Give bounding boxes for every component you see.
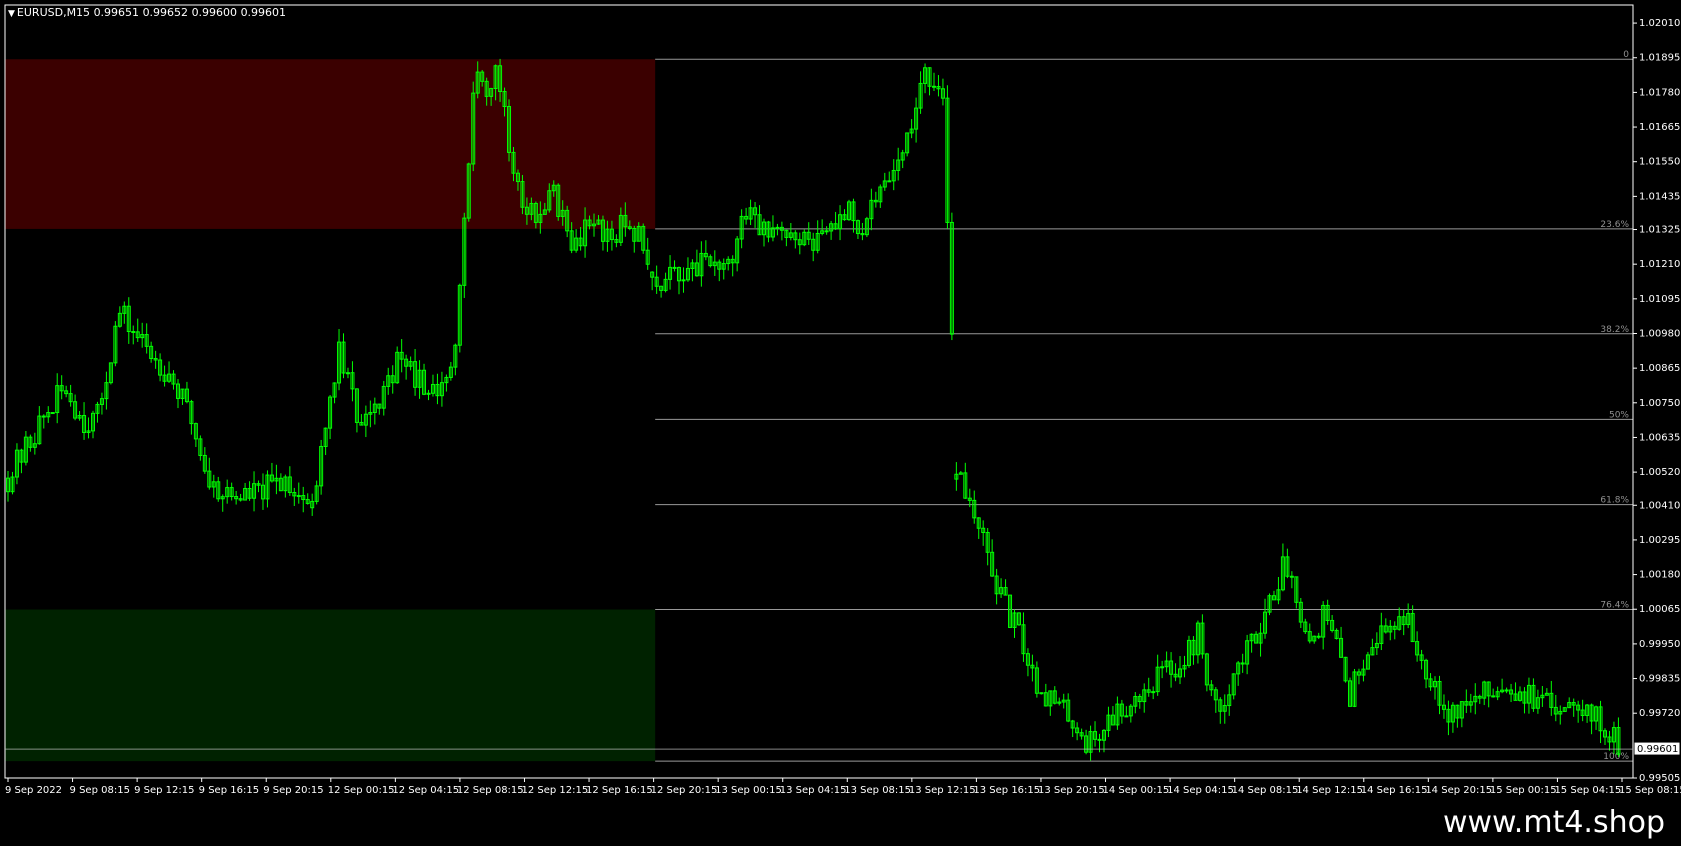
x-tick-label: 12 Sep 04:15	[392, 785, 459, 796]
x-tick-label: 9 Sep 12:15	[134, 785, 194, 796]
fib-level-label: 0	[1623, 50, 1629, 60]
x-tick-label: 9 Sep 20:15	[263, 785, 323, 796]
x-tick-label: 13 Sep 20:15	[1038, 785, 1105, 796]
ohlc-high: 0.99652	[142, 6, 189, 19]
y-tick-label: 0.99835	[1639, 674, 1680, 685]
candle-body	[931, 85, 936, 88]
x-tick-label: 9 Sep 2022	[5, 785, 62, 796]
x-tick-label: 13 Sep 00:15	[715, 785, 782, 796]
supply-zone	[5, 59, 656, 229]
candle-body	[1160, 666, 1165, 669]
ohlc-low: 0.99600	[191, 6, 238, 19]
dropdown-triangle-icon[interactable]: ▼	[8, 9, 15, 19]
y-tick-label: 1.01325	[1639, 225, 1680, 236]
candle-body	[345, 372, 350, 375]
candle-body	[1316, 635, 1321, 638]
y-tick-label: 1.00295	[1639, 535, 1680, 546]
x-tick-label: 13 Sep 08:15	[844, 785, 911, 796]
fib-level-label: 100%	[1603, 752, 1629, 762]
y-tick-label: 1.01095	[1639, 294, 1680, 305]
demand-zone	[5, 609, 656, 762]
footer-bar: www.mt4.shop	[0, 800, 1681, 846]
symbol-label: EURUSD,M15	[16, 6, 91, 19]
y-tick-label: 1.00180	[1639, 570, 1680, 581]
fib-level-label: 23.6%	[1600, 220, 1629, 230]
x-tick-label: 13 Sep 12:15	[909, 785, 976, 796]
x-tick-label: 9 Sep 16:15	[199, 785, 259, 796]
y-tick-label: 1.01780	[1639, 87, 1680, 98]
candle-body	[672, 266, 677, 269]
candle-body	[1491, 695, 1496, 698]
candle-body	[824, 230, 829, 233]
y-tick-label: 1.01210	[1639, 259, 1680, 270]
candle-body	[41, 415, 46, 418]
x-tick-label: 13 Sep 16:15	[973, 785, 1040, 796]
fib-level-label: 76.4%	[1600, 601, 1629, 611]
y-tick-label: 1.00410	[1639, 500, 1680, 511]
candle-body	[775, 226, 780, 229]
x-tick-label: 13 Sep 04:15	[780, 785, 847, 796]
y-tick-label: 1.00065	[1639, 604, 1680, 615]
y-tick-label: 1.00750	[1639, 398, 1680, 409]
candle-body	[681, 279, 686, 282]
y-tick-label: 0.99505	[1639, 773, 1680, 784]
candle-body	[1289, 575, 1294, 578]
x-tick-label: 12 Sep 20:15	[651, 785, 718, 796]
x-tick-label: 12 Sep 12:15	[521, 785, 588, 796]
x-tick-label: 15 Sep 04:15	[1554, 785, 1621, 796]
y-tick-label: 1.01550	[1639, 157, 1680, 168]
candle-body	[1039, 692, 1044, 695]
candle-body	[1124, 715, 1129, 718]
x-tick-label: 14 Sep 08:15	[1232, 785, 1299, 796]
fib-level-label: 38.2%	[1600, 325, 1629, 335]
candle-body	[1504, 689, 1509, 692]
fib-level-label: 61.8%	[1600, 496, 1629, 506]
y-tick-label: 1.01895	[1639, 53, 1680, 64]
x-tick-label: 14 Sep 04:15	[1167, 785, 1234, 796]
x-tick-label: 12 Sep 16:15	[586, 785, 653, 796]
x-tick-label: 14 Sep 00:15	[1103, 785, 1170, 796]
y-tick-label: 1.00865	[1639, 363, 1680, 374]
candle-body	[296, 495, 301, 498]
x-tick-label: 15 Sep 00:15	[1490, 785, 1557, 796]
y-tick-label: 0.99720	[1639, 708, 1680, 719]
ohlc-close: 0.99601	[240, 6, 287, 19]
x-tick-label: 15 Sep 08:15	[1619, 785, 1681, 796]
y-tick-label: 1.02010	[1639, 18, 1680, 29]
x-tick-label: 12 Sep 08:15	[457, 785, 524, 796]
x-tick-label: 14 Sep 20:15	[1425, 785, 1492, 796]
y-tick-label: 0.99950	[1639, 639, 1680, 650]
candle-body	[1097, 738, 1102, 741]
chart-title: ▼ EURUSD,M15 0.99651 0.99652 0.99600 0.99…	[8, 6, 286, 19]
candle-body	[887, 180, 892, 183]
x-tick-label: 14 Sep 12:15	[1296, 785, 1363, 796]
current-price-label: 0.99601	[1637, 744, 1678, 755]
price-chart[interactable]: 0 23.6% 38.2% 50% 61.8% 76.4% 100% 1.02010 1.018…	[0, 0, 1681, 800]
x-tick-label: 12 Sep 00:15	[328, 785, 395, 796]
y-tick-label: 1.00635	[1639, 432, 1680, 443]
y-tick-label: 1.00520	[1639, 467, 1680, 478]
x-tick-label: 9 Sep 08:15	[70, 785, 130, 796]
ohlc-open: 0.99651	[93, 6, 140, 19]
watermark: www.mt4.shop	[1442, 805, 1665, 840]
candle-body	[1151, 691, 1156, 694]
y-tick-label: 1.01665	[1639, 122, 1680, 133]
y-tick-label: 1.00980	[1639, 328, 1680, 339]
candle-body	[50, 412, 55, 415]
y-tick-label: 1.01435	[1639, 191, 1680, 202]
fib-level-label: 50%	[1609, 410, 1629, 420]
candle-body	[131, 331, 136, 334]
x-tick-label: 14 Sep 16:15	[1361, 785, 1428, 796]
